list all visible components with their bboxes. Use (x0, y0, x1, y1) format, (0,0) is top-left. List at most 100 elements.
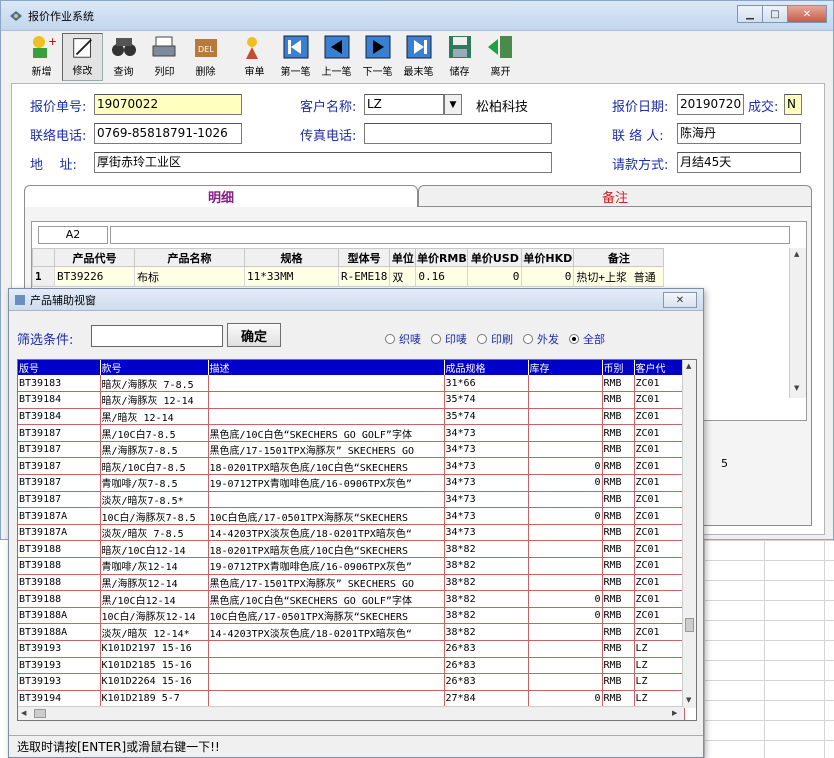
product-cell[interactable]: K101D2185 15-16 (100, 657, 209, 675)
product-cell[interactable]: BT39193 (18, 640, 101, 658)
product-row[interactable]: BT39188A 淡灰/暗灰 12-14* 14-4203TPX淡灰色底/18-02… (18, 623, 685, 641)
product-cell[interactable]: BT39187 (18, 491, 101, 509)
product-cell[interactable]: BT39183 (18, 375, 101, 393)
table-cell[interactable]: 11*33MM (244, 266, 339, 287)
product-cell[interactable]: ZC01 (634, 424, 685, 442)
product-cell[interactable]: BT39188 (18, 590, 101, 608)
detail-vertical-scrollbar[interactable]: ▲ ▼ (789, 248, 806, 398)
table-cell[interactable]: 1 (32, 266, 55, 287)
product-row[interactable]: BT39188 黑/10C白12-14 黑色底/10C白色“SKECHERS GO … (18, 590, 685, 608)
product-cell[interactable]: 黑/10C白12-14 (100, 590, 209, 608)
product-cell[interactable]: RMB (602, 557, 635, 575)
product-cell[interactable]: RMB (602, 391, 635, 409)
product-cell[interactable]: ZC01 (634, 457, 685, 476)
product-cell[interactable]: 26*83 (444, 657, 529, 675)
product-cell[interactable] (528, 640, 603, 658)
column-header[interactable]: 备注 (573, 248, 665, 267)
product-row[interactable]: BT39187 黑/10C白7-8.5 黑色底/10C白色“SKECHERS GO … (18, 424, 685, 442)
product-cell[interactable]: 0 (528, 474, 603, 492)
product-column-header[interactable]: 成品规格 (444, 360, 529, 375)
product-cell[interactable]: RMB (602, 657, 635, 675)
column-header[interactable]: 单价USD (467, 248, 523, 267)
product-cell[interactable] (528, 375, 603, 393)
product-row[interactable]: BT39184 暗灰/海豚灰 12-14 35*74 RMB ZC01 (18, 391, 685, 409)
product-cell[interactable]: 暗灰/10C白7-8.5 (100, 457, 209, 476)
product-cell[interactable]: BT39188 (18, 557, 101, 575)
product-cell[interactable]: 10C白色底/17-0501TPX海豚灰“SKECHERS (208, 507, 445, 525)
radio-button[interactable] (385, 334, 395, 344)
table-row[interactable]: 1 BT39226 布标 11*33MM R-EME18 双 0.16 0 0 热切+上浆 普通 (32, 266, 665, 287)
product-cell[interactable]: RMB (602, 690, 635, 708)
product-cell[interactable]: BT39194 (18, 690, 101, 708)
formula-bar[interactable] (110, 226, 790, 244)
quote-date-field[interactable]: 20190720 (677, 94, 744, 115)
product-cell[interactable]: 黑/海豚灰7-8.5 (100, 441, 209, 459)
product-row[interactable]: BT39187 黑/海豚灰7-8.5 黑色底/17-1501TPX海豚灰” SKEC… (18, 441, 685, 459)
product-cell[interactable]: 0 (528, 507, 603, 525)
product-row[interactable]: BT39194 K101D2189 5-7 27*84 0 RMB LZ (18, 690, 685, 708)
product-cell[interactable]: 10C白/海豚灰7-8.5 (100, 507, 209, 525)
product-cell[interactable]: 19-0712TPX青咖啡色底/16-0906TPX灰色” (208, 557, 445, 575)
column-header[interactable]: 型体号 (337, 248, 391, 267)
column-header[interactable]: 产品代号 (54, 248, 135, 267)
product-cell[interactable]: K101D2189 5-7 (100, 690, 209, 708)
product-cell[interactable]: 黑色底/17-1501TPX海豚灰” SKECHERS GO (208, 441, 445, 459)
product-cell[interactable]: 0 (528, 690, 603, 708)
product-cell[interactable]: BT39187 (18, 457, 101, 476)
product-cell[interactable]: 34*73 (444, 441, 529, 459)
toolbar-button-edit[interactable]: 修改 (62, 33, 103, 81)
product-cell[interactable]: BT39188 (18, 574, 101, 592)
product-cell[interactable]: BT39187 (18, 424, 101, 442)
product-cell[interactable]: 31*66 (444, 375, 529, 393)
product-cell[interactable]: RMB (602, 424, 635, 442)
product-cell[interactable] (528, 424, 603, 442)
table-cell[interactable]: 双 (389, 266, 417, 287)
product-cell[interactable]: ZC01 (634, 408, 685, 426)
product-cell[interactable] (528, 557, 603, 575)
radio-option[interactable]: 印唛 (431, 331, 467, 347)
product-cell[interactable]: 26*83 (444, 640, 529, 658)
product-cell[interactable] (208, 657, 445, 675)
product-cell[interactable]: BT39188A (18, 607, 101, 625)
product-cell[interactable]: RMB (602, 408, 635, 426)
product-cell[interactable]: BT39187A (18, 507, 101, 525)
product-cell[interactable]: RMB (602, 673, 635, 691)
product-cell[interactable]: 黑色底/10C白色“SKECHERS GO GOLF”字体 (208, 590, 445, 608)
product-cell[interactable] (528, 391, 603, 409)
product-cell[interactable] (528, 574, 603, 592)
product-cell[interactable] (208, 375, 445, 393)
deal-field[interactable]: N (784, 94, 802, 115)
product-cell[interactable]: ZC01 (634, 391, 685, 409)
radio-option[interactable]: 外发 (523, 331, 559, 347)
product-cell[interactable]: RMB (602, 640, 635, 658)
product-cell[interactable] (528, 673, 603, 691)
tab-remark[interactable]: 备注 (418, 185, 812, 207)
toolbar-button-save[interactable]: 储存 (439, 33, 480, 81)
product-cell[interactable]: 38*82 (444, 590, 529, 608)
table-cell[interactable]: BT39226 (54, 266, 135, 287)
product-cell[interactable] (528, 441, 603, 459)
vertical-scroll-thumb[interactable] (685, 618, 694, 632)
customer-dropdown-button[interactable]: ▼ (444, 94, 462, 115)
horizontal-scroll-thumb[interactable] (34, 709, 46, 718)
product-cell[interactable]: 18-0201TPX暗灰色底/10C白色“SKECHERS (208, 540, 445, 559)
product-cell[interactable]: 青咖啡/灰7-8.5 (100, 474, 209, 492)
product-cell[interactable]: ZC01 (634, 623, 685, 641)
product-cell[interactable]: 0 (528, 607, 603, 625)
product-cell[interactable]: 淡灰/暗灰 7-8.5 (100, 524, 209, 542)
product-column-header[interactable]: 币别 (602, 360, 635, 375)
column-header[interactable]: 单价RMB (415, 248, 469, 267)
payment-field[interactable]: 月结45天 (677, 152, 801, 173)
product-cell[interactable]: ZC01 (634, 590, 685, 608)
product-cell[interactable] (528, 623, 603, 641)
product-cell[interactable] (528, 657, 603, 675)
product-cell[interactable] (208, 491, 445, 509)
product-cell[interactable]: RMB (602, 623, 635, 641)
product-cell[interactable]: 34*73 (444, 424, 529, 442)
product-row[interactable]: BT39187 青咖啡/灰7-8.5 19-0712TPX青咖啡色底/16-0906… (18, 474, 685, 492)
product-column-header[interactable]: 客户代 (634, 360, 685, 375)
product-cell[interactable]: RMB (602, 507, 635, 525)
product-cell[interactable]: 暗灰/海豚灰 7-8.5 (100, 375, 209, 393)
product-cell[interactable]: 淡灰/暗灰7-8.5* (100, 491, 209, 509)
contact-field[interactable]: 陈海丹 (677, 123, 801, 144)
